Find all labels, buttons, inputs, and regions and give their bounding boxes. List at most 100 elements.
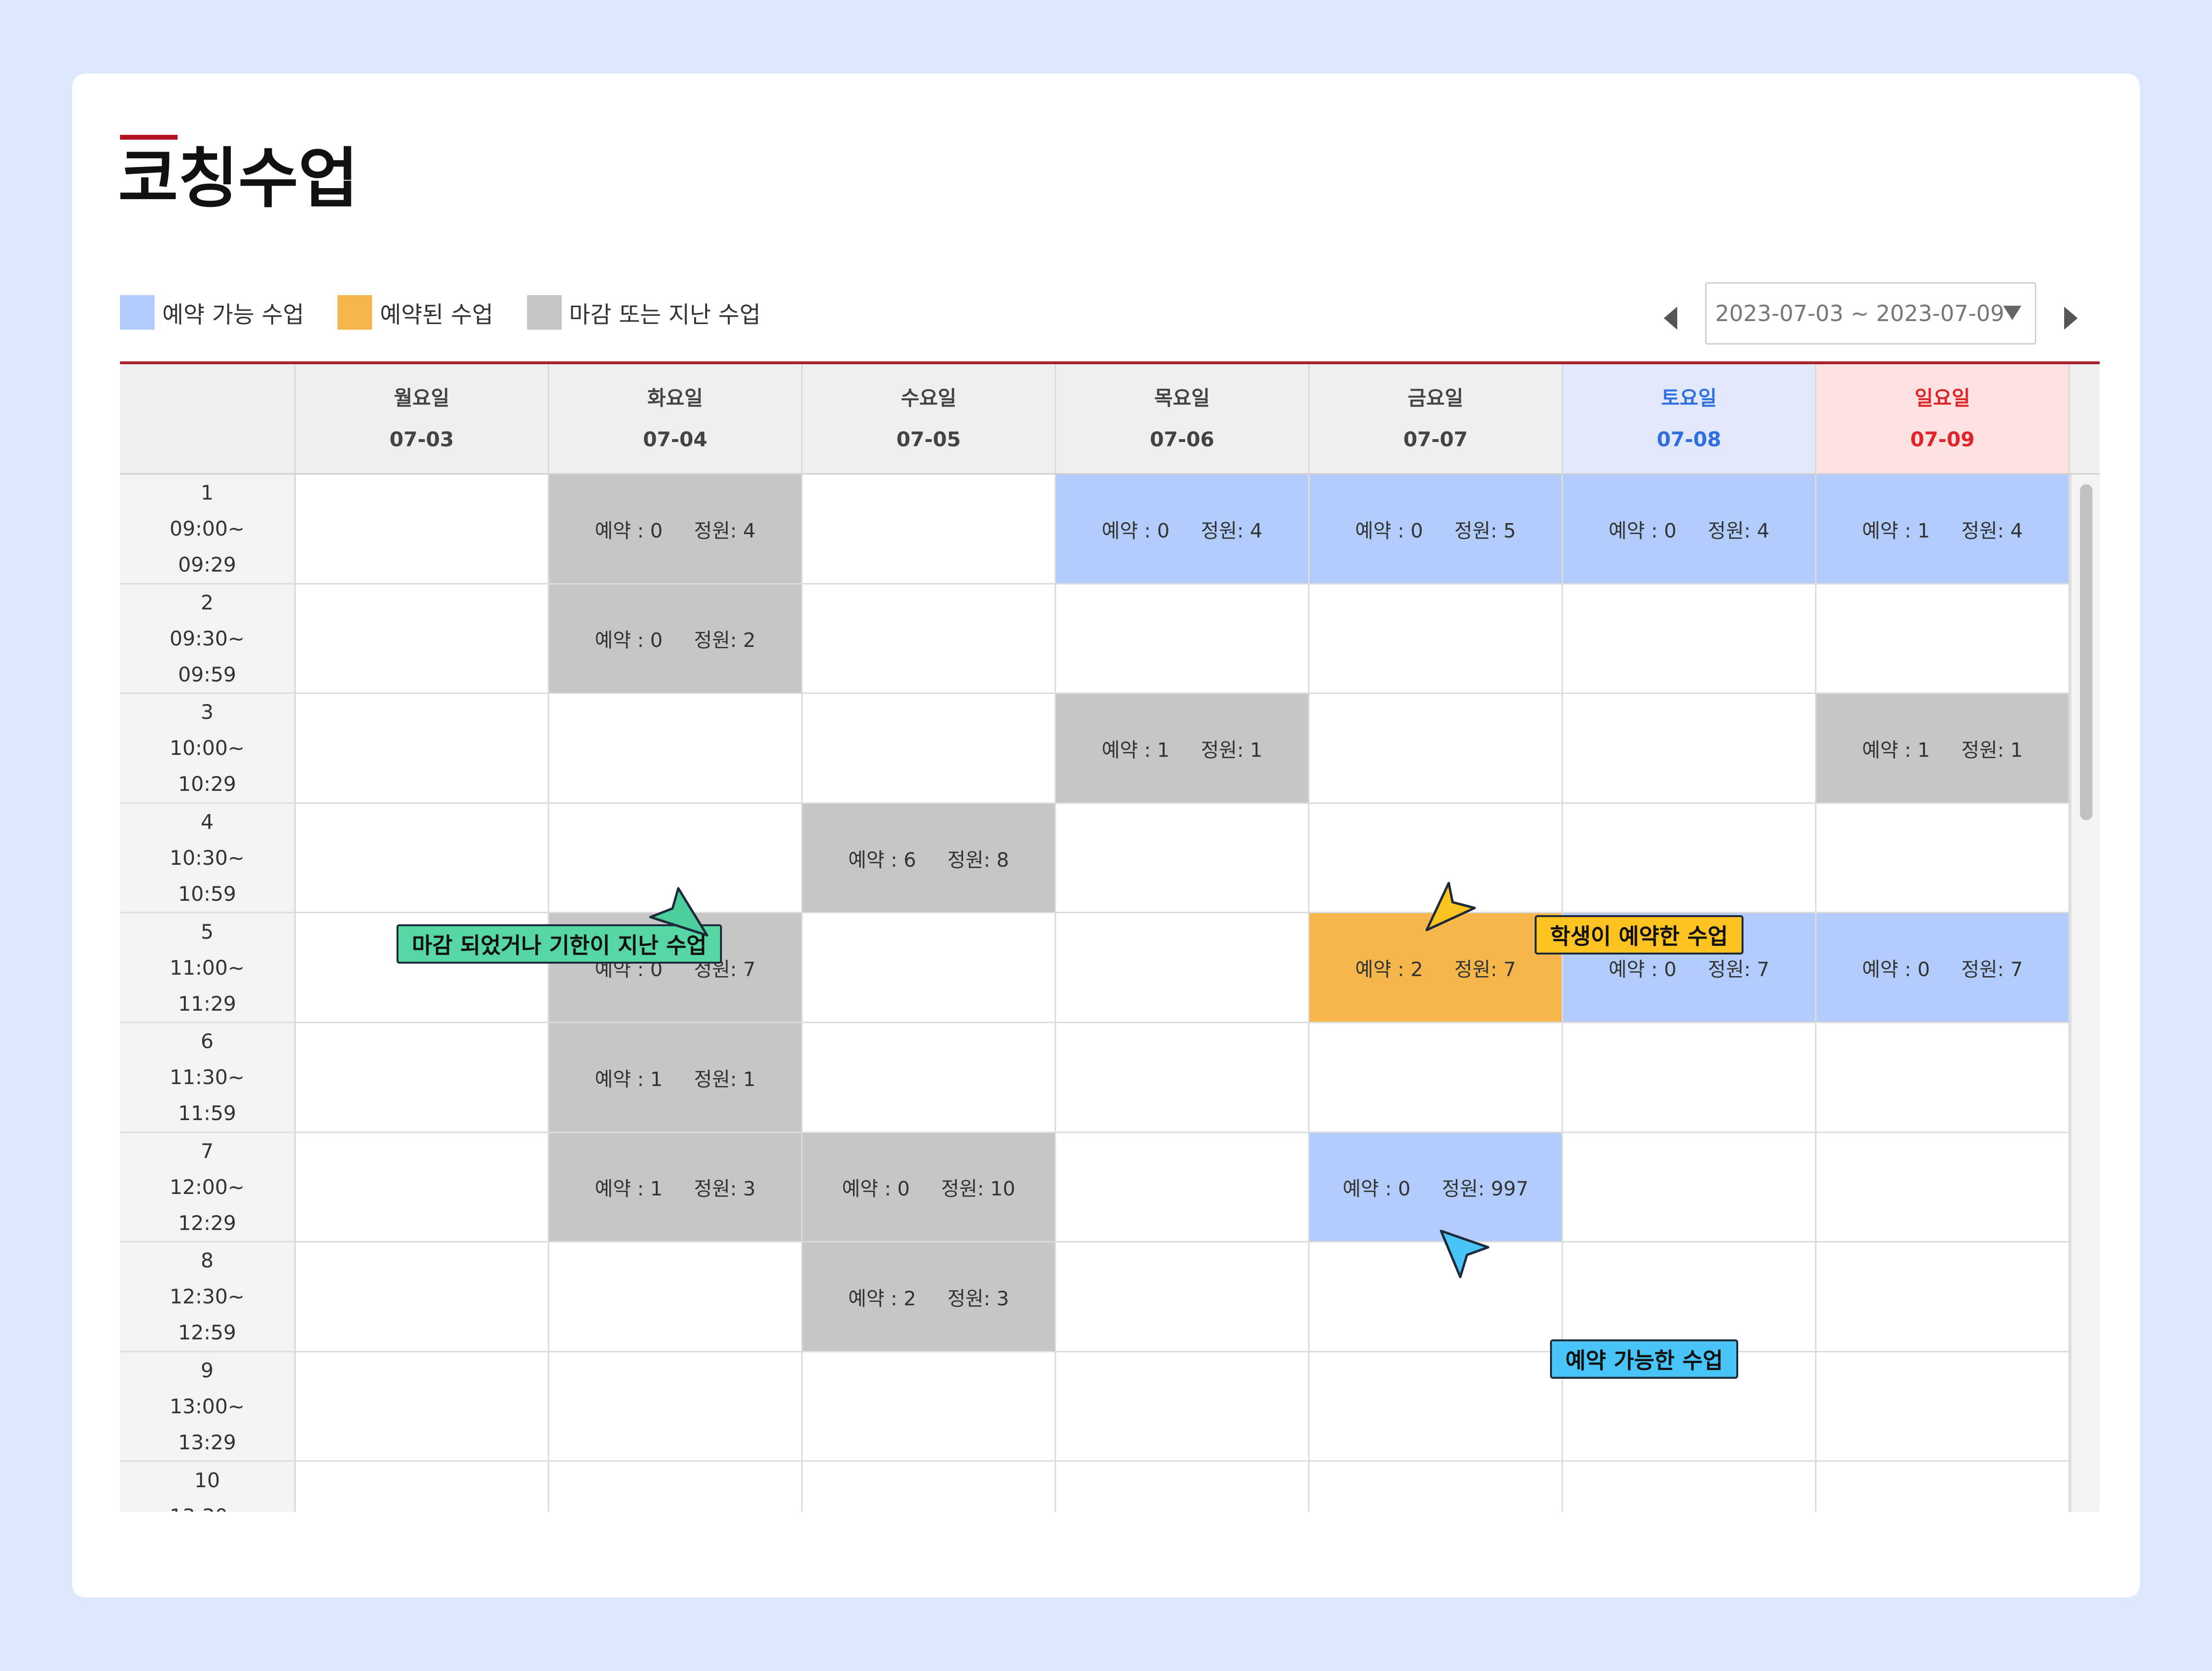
empty-slot (296, 1242, 549, 1352)
slot-start: 11:00~ (169, 955, 245, 979)
class-slot-avail[interactable]: 예약 : 0 정원: 4 (1563, 475, 1816, 585)
empty-slot (296, 694, 549, 804)
class-slot-closed[interactable]: 예약 : 1 정원: 3 (549, 1133, 803, 1243)
time-slot-cell: 1013:30~13:59 (120, 1462, 296, 1512)
class-slot-closed[interactable]: 예약 : 1 정원: 1 (1056, 694, 1310, 804)
slot-end: 13:29 (178, 1431, 237, 1455)
slot-start: 11:30~ (169, 1065, 245, 1089)
class-slot-closed[interactable]: 예약 : 1 정원: 1 (549, 1023, 803, 1133)
empty-slot (1310, 1352, 1563, 1462)
class-slot-closed[interactable]: 예약 : 0 정원: 2 (549, 584, 803, 694)
class-slot-text: 예약 : 2 정원: 7 (1355, 958, 1516, 981)
class-slot-avail[interactable]: 예약 : 0 정원: 5 (1310, 475, 1563, 585)
day-date: 07-03 (389, 427, 454, 451)
slot-start: 12:30~ (169, 1285, 245, 1309)
empty-slot (1816, 1023, 2070, 1133)
schedule-body: 1 09:00~ 09:29 예약 : 0 정원: 4 예약 : 0 정원: 4 예약 :… (120, 475, 2100, 1512)
slot-start: 09:30~ (169, 626, 245, 650)
empty-slot (1056, 913, 1310, 1023)
class-slot-text: 예약 : 2 정원: 3 (848, 1287, 1009, 1310)
time-slot-cell: 8 12:30~ 12:59 (120, 1242, 296, 1352)
legend-item-booked: 예약된 수업 (337, 295, 493, 330)
legend-item-closed: 마감 또는 지난 수업 (527, 295, 761, 330)
time-slot-row: 8 12:30~ 12:59 예약 : 2 정원: 3 (120, 1242, 2100, 1352)
class-slot-closed[interactable]: 예약 : 0 정원: 10 (803, 1133, 1056, 1243)
pointer-arrow-icon (1425, 882, 1476, 931)
class-slot-avail[interactable]: 예약 : 0 정원: 7 (1816, 913, 2070, 1023)
class-slot-text: 예약 : 6 정원: 8 (848, 848, 1009, 871)
empty-slot (1056, 1242, 1310, 1352)
empty-slot (1816, 1133, 2070, 1243)
day-header: 목요일 07-06 (1056, 364, 1310, 475)
scroll-header-cap (2070, 364, 2100, 475)
slot-end: 09:29 (178, 553, 237, 577)
class-slot-closed[interactable]: 예약 : 1 정원: 1 (1816, 694, 2070, 804)
prev-week-button[interactable] (1656, 299, 1685, 337)
vertical-scrollbar[interactable] (2070, 475, 2100, 1512)
empty-slot (1816, 1462, 2070, 1512)
class-slot-closed[interactable]: 예약 : 0 정원: 4 (549, 475, 803, 585)
empty-slot (1563, 694, 1816, 804)
day-header: 일요일 07-09 (1816, 364, 2070, 475)
slot-start: 09:00~ (169, 517, 245, 541)
class-slot-text: 예약 : 1 정원: 1 (595, 1067, 756, 1091)
slot-end: 10:29 (178, 772, 237, 796)
empty-slot (1563, 1462, 1816, 1512)
empty-slot (803, 1023, 1056, 1133)
class-slot-closed[interactable]: 예약 : 6 정원: 8 (803, 803, 1056, 914)
week-range-select[interactable]: 2023-07-03 ~ 2023-07-09 (1705, 282, 2036, 345)
day-name: 일요일 (1914, 386, 1971, 410)
legend-swatch-booked (337, 295, 373, 330)
day-header: 화요일 07-04 (549, 364, 803, 475)
scrollbar-thumb[interactable] (2080, 484, 2092, 820)
class-slot-text: 예약 : 0 정원: 2 (595, 629, 756, 652)
empty-slot (1056, 803, 1310, 914)
time-slot-row: 1013:30~13:59 (120, 1462, 2100, 1512)
slot-period: 6 (201, 1029, 214, 1053)
empty-slot (1056, 1352, 1310, 1462)
empty-slot (1056, 1133, 1310, 1243)
triangle-right-icon (2064, 307, 2078, 330)
class-slot-closed[interactable]: 예약 : 2 정원: 3 (803, 1242, 1056, 1352)
day-date: 07-05 (896, 427, 961, 451)
empty-slot (296, 475, 549, 585)
empty-slot (296, 1352, 549, 1462)
day-date: 07-06 (1150, 427, 1214, 451)
class-slot-text: 예약 : 0 정원: 5 (1355, 519, 1516, 542)
empty-slot (1056, 1462, 1310, 1512)
header-corner-cell (120, 364, 296, 475)
class-slot-text: 예약 : 1 정원: 1 (1862, 738, 2023, 762)
day-name: 목요일 (1154, 386, 1210, 410)
day-header: 월요일 07-03 (296, 364, 549, 475)
day-date: 07-08 (1657, 427, 1721, 451)
slot-end: 12:59 (178, 1321, 237, 1345)
empty-slot (296, 1462, 549, 1512)
time-slot-cell: 1 09:00~ 09:29 (120, 475, 296, 585)
callout-booked-class: 학생이 예약한 수업 (1535, 915, 1743, 955)
slot-period: 10 (194, 1468, 220, 1492)
class-slot-text: 예약 : 1 정원: 4 (1862, 519, 2023, 542)
empty-slot (803, 584, 1056, 694)
empty-slot (1310, 584, 1563, 694)
empty-slot (1310, 694, 1563, 804)
slot-end: 11:29 (178, 991, 237, 1015)
day-name: 금요일 (1407, 386, 1464, 410)
legend-swatch-available (120, 295, 155, 330)
time-slot-cell: 4 10:30~ 10:59 (120, 803, 296, 914)
slot-start: 10:30~ (169, 846, 245, 870)
empty-slot (1816, 584, 2070, 694)
empty-slot (803, 1352, 1056, 1462)
empty-slot (1816, 1242, 2070, 1352)
empty-slot (1056, 584, 1310, 694)
empty-slot (1563, 1023, 1816, 1133)
time-slot-cell: 7 12:00~ 12:29 (120, 1133, 296, 1243)
time-slot-row: 1 09:00~ 09:29 예약 : 0 정원: 4 예약 : 0 정원: 4 예약 :… (120, 475, 2100, 585)
time-slot-cell: 2 09:30~ 09:59 (120, 584, 296, 694)
time-slot-cell: 9 13:00~ 13:29 (120, 1352, 296, 1462)
class-slot-avail[interactable]: 예약 : 1 정원: 4 (1816, 475, 2070, 585)
triangle-down-icon (2003, 306, 2021, 320)
class-slot-avail[interactable]: 예약 : 0 정원: 4 (1056, 475, 1310, 585)
time-slot-row: 4 10:30~ 10:59 예약 : 6 정원: 8 (120, 803, 2100, 914)
next-week-button[interactable] (2056, 299, 2085, 337)
day-date: 07-09 (1910, 427, 1975, 451)
